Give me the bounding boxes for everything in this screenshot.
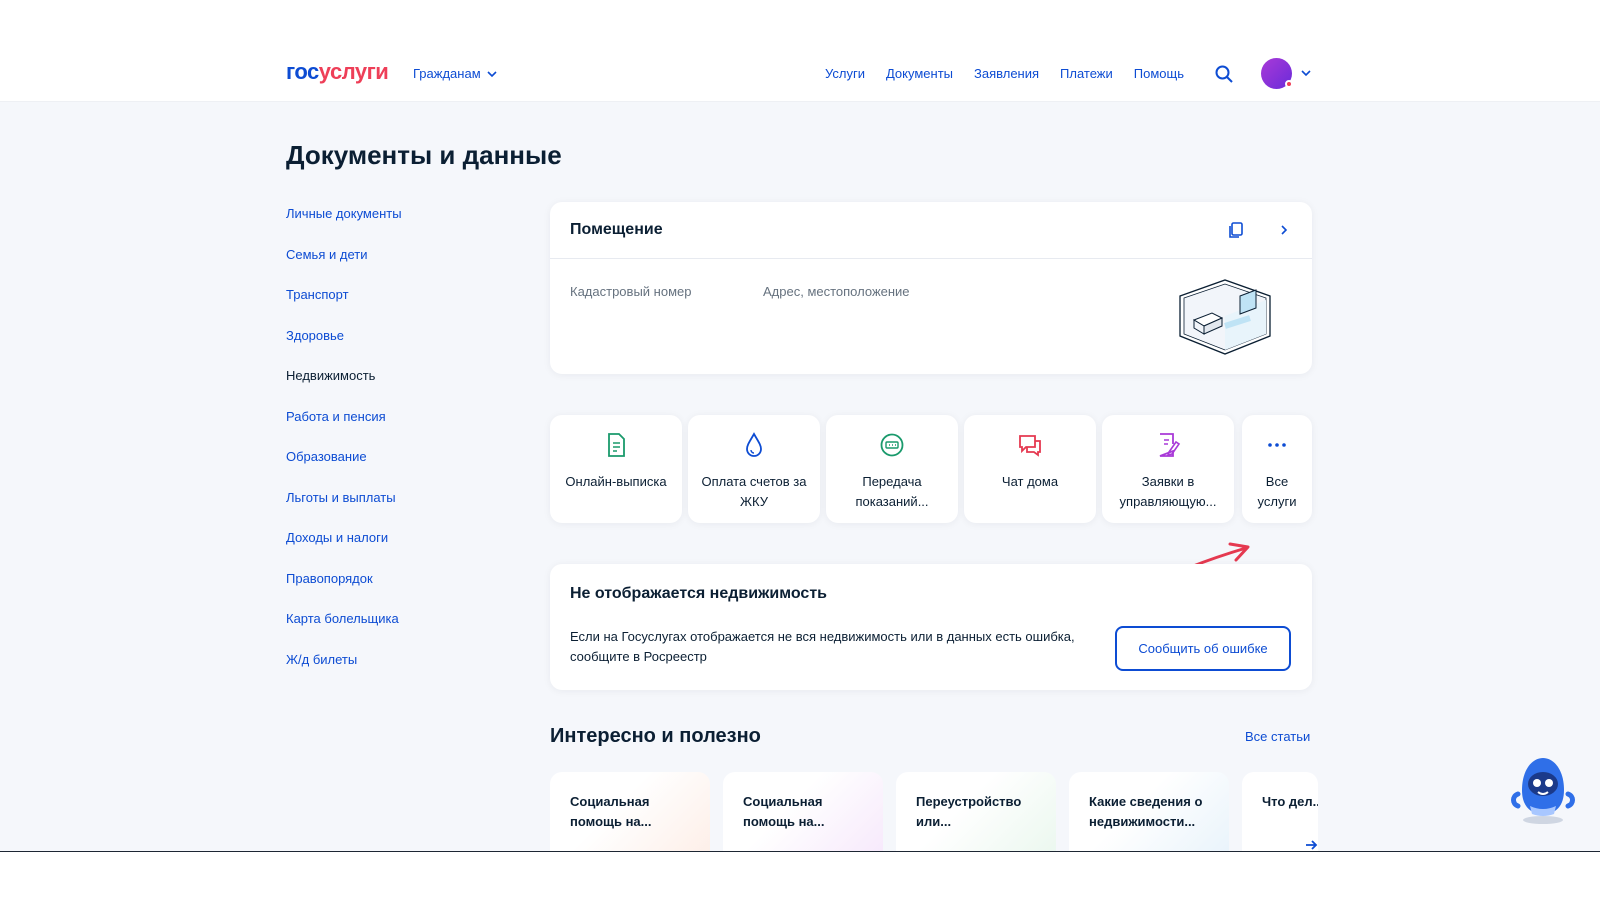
gosuslugi-logo[interactable]: госуслуги xyxy=(286,59,389,85)
service-management-requests[interactable]: Заявки в управляющую... xyxy=(1102,415,1234,523)
sidebar-item-personal-documents[interactable]: Личные документы xyxy=(286,206,506,247)
chevron-down-icon xyxy=(487,70,497,77)
property-card-header: Помещение xyxy=(550,202,1312,259)
property-card: Помещение Кадастровый номер Адрес, место… xyxy=(550,202,1312,374)
article-title: Какие сведения о недвижимости... xyxy=(1089,794,1203,829)
more-icon xyxy=(1268,443,1286,447)
nav-services[interactable]: Услуги xyxy=(825,66,865,81)
meter-icon xyxy=(880,433,904,457)
robot-assistant-icon[interactable] xyxy=(1508,750,1578,830)
article-card[interactable]: Какие сведения о недвижимости... xyxy=(1069,772,1229,852)
service-utility-payment[interactable]: Оплата счетов за ЖКУ xyxy=(688,415,820,523)
header: госуслуги Гражданам Услуги Документы Зая… xyxy=(0,30,1600,102)
article-title: Что дел... покупк... xyxy=(1262,794,1318,809)
notification-dot xyxy=(1285,80,1293,88)
chat-icon xyxy=(1019,435,1041,457)
sidebar: Личные документы Семья и дети Транспорт … xyxy=(286,206,506,692)
sidebar-item-real-estate[interactable]: Недвижимость xyxy=(286,368,506,409)
article-card[interactable]: Переустройство или... xyxy=(896,772,1056,852)
page-title: Документы и данные xyxy=(286,140,562,170)
report-error-button[interactable]: Сообщить об ошибке xyxy=(1115,626,1291,671)
article-title: Социальная помощь на... xyxy=(743,794,825,829)
useful-section-title: Интересно и полезно xyxy=(550,725,761,747)
all-articles-link[interactable]: Все статьи xyxy=(1245,729,1310,744)
sidebar-item-railway-tickets[interactable]: Ж/д билеты xyxy=(286,652,506,693)
sidebar-item-work-pension[interactable]: Работа и пенсия xyxy=(286,409,506,450)
service-label: Онлайн-выписка xyxy=(565,474,667,489)
sidebar-item-income-taxes[interactable]: Доходы и налоги xyxy=(286,530,506,571)
article-title: Социальная помощь на... xyxy=(570,794,652,829)
property-card-title: Помещение xyxy=(570,221,663,238)
service-label: Оплата счетов за ЖКУ xyxy=(701,474,807,509)
address-label: Адрес, местоположение xyxy=(763,284,910,299)
request-icon xyxy=(1159,433,1181,457)
missing-property-card: Не отображается недвижимость Если на Гос… xyxy=(550,564,1312,690)
chevron-right-icon[interactable] xyxy=(1278,224,1290,236)
nav-applications[interactable]: Заявления xyxy=(974,66,1039,81)
sidebar-item-health[interactable]: Здоровье xyxy=(286,328,506,369)
sidebar-item-family[interactable]: Семья и дети xyxy=(286,247,506,288)
arrow-right-icon[interactable] xyxy=(1304,838,1318,852)
room-illustration xyxy=(1179,279,1271,355)
article-card[interactable]: Социальная помощь на... xyxy=(550,772,710,852)
nav-documents[interactable]: Документы xyxy=(886,66,953,81)
citizens-dropdown[interactable]: Гражданам xyxy=(413,66,497,81)
avatar[interactable] xyxy=(1261,58,1293,89)
sidebar-item-benefits[interactable]: Льготы и выплаты xyxy=(286,490,506,531)
sidebar-item-education[interactable]: Образование xyxy=(286,449,506,490)
search-icon[interactable] xyxy=(1214,64,1234,84)
service-house-chat[interactable]: Чат дома xyxy=(964,415,1096,523)
cadastral-number-label: Кадастровый номер xyxy=(570,284,692,299)
document-icon xyxy=(608,433,625,457)
water-drop-icon xyxy=(746,432,762,457)
citizens-label: Гражданам xyxy=(413,66,481,81)
bottom-border xyxy=(0,851,1600,852)
app-window: госуслуги Гражданам Услуги Документы Зая… xyxy=(0,30,1600,852)
service-meter-readings[interactable]: Передача показаний... xyxy=(826,415,958,523)
missing-property-text: Если на Госуслугах отображается не вся н… xyxy=(570,629,1075,664)
nav-payments[interactable]: Платежи xyxy=(1060,66,1113,81)
article-card[interactable]: Социальная помощь на... xyxy=(723,772,883,852)
sidebar-item-fan-card[interactable]: Карта болельщика xyxy=(286,611,506,652)
service-label: Передача показаний... xyxy=(855,474,929,509)
chevron-down-icon[interactable] xyxy=(1300,68,1312,78)
sidebar-item-law[interactable]: Правопорядок xyxy=(286,571,506,612)
service-online-statement[interactable]: Онлайн-выписка xyxy=(550,415,682,523)
service-all-services[interactable]: Все услуги xyxy=(1242,415,1312,523)
service-label: Заявки в управляющую... xyxy=(1119,474,1217,509)
main-nav: Услуги Документы Заявления Платежи Помощ… xyxy=(825,66,1184,81)
service-label: Все услуги xyxy=(1257,474,1297,509)
service-label: Чат дома xyxy=(1001,474,1059,489)
nav-help[interactable]: Помощь xyxy=(1134,66,1184,81)
sidebar-item-transport[interactable]: Транспорт xyxy=(286,287,506,328)
article-title: Переустройство или... xyxy=(916,794,1022,829)
copy-icon[interactable] xyxy=(1226,220,1246,240)
missing-property-title: Не отображается недвижимость xyxy=(570,585,827,602)
